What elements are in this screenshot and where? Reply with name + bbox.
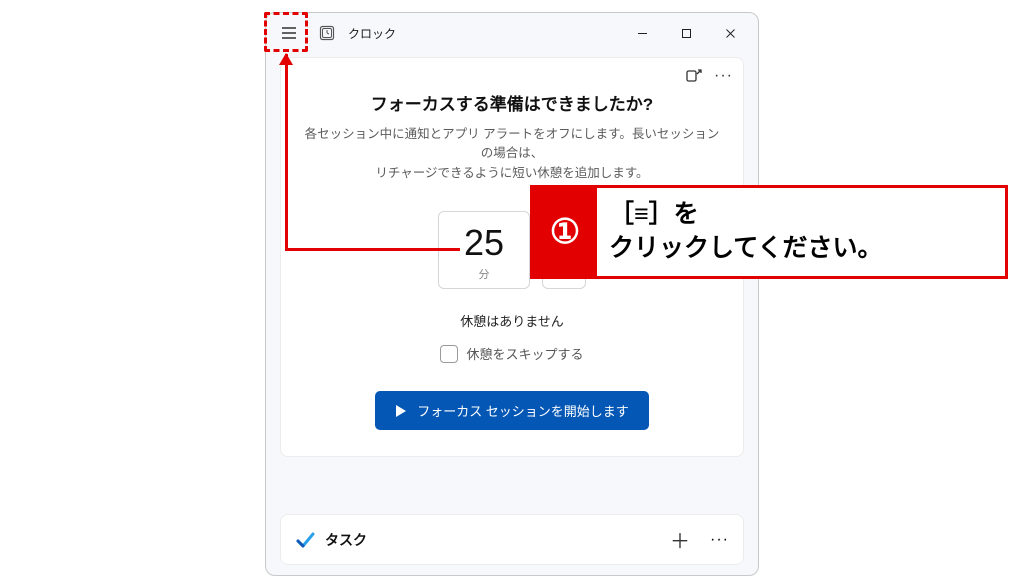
minimize-button[interactable] (620, 18, 664, 48)
close-button[interactable] (708, 18, 752, 48)
compact-view-button[interactable] (684, 66, 704, 86)
annotation-arrow-horizontal (285, 248, 460, 251)
focus-description: 各セッション中に通知とアプリ アラートをオフにします。長いセッションの場合は、 … (303, 125, 721, 183)
task-more-button[interactable]: ··· (710, 532, 729, 548)
duration-unit: 分 (445, 266, 523, 282)
task-check-icon (295, 530, 315, 550)
window-controls (620, 18, 752, 48)
app-title: クロック (348, 25, 396, 42)
more-options-button[interactable]: ··· (714, 68, 733, 84)
maximize-button[interactable] (664, 18, 708, 48)
duration-value: 25 (445, 222, 523, 264)
start-button-label: フォーカス セッションを開始します (417, 401, 629, 420)
titlebar: クロック (266, 13, 758, 53)
skip-break-row: 休憩をスキップする (303, 344, 721, 363)
skip-break-checkbox[interactable] (440, 345, 458, 363)
annotation-arrowhead (279, 53, 293, 65)
clock-app-icon (318, 24, 336, 42)
task-label: タスク (325, 530, 367, 550)
hamburger-menu-button[interactable] (272, 16, 306, 50)
annotation-arrow-vertical (285, 54, 288, 250)
annotation-step-number: ① (533, 188, 597, 276)
annotation-callout: ① ［≡］を クリックしてください。 (530, 185, 1008, 279)
clock-app-window: クロック ·· (265, 12, 759, 576)
start-focus-button[interactable]: フォーカス セッションを開始します (375, 391, 649, 430)
hamburger-icon (281, 26, 297, 40)
add-task-button[interactable]: ＋ (670, 525, 690, 554)
focus-heading: フォーカスする準備はできましたか? (303, 90, 721, 115)
annotation-text: ［≡］を クリックしてください。 (597, 188, 1005, 276)
no-break-label: 休憩はありません (303, 311, 721, 330)
skip-break-label: 休憩をスキップする (466, 344, 583, 363)
task-section: タスク ＋ ··· (280, 514, 744, 565)
play-icon (395, 404, 407, 418)
